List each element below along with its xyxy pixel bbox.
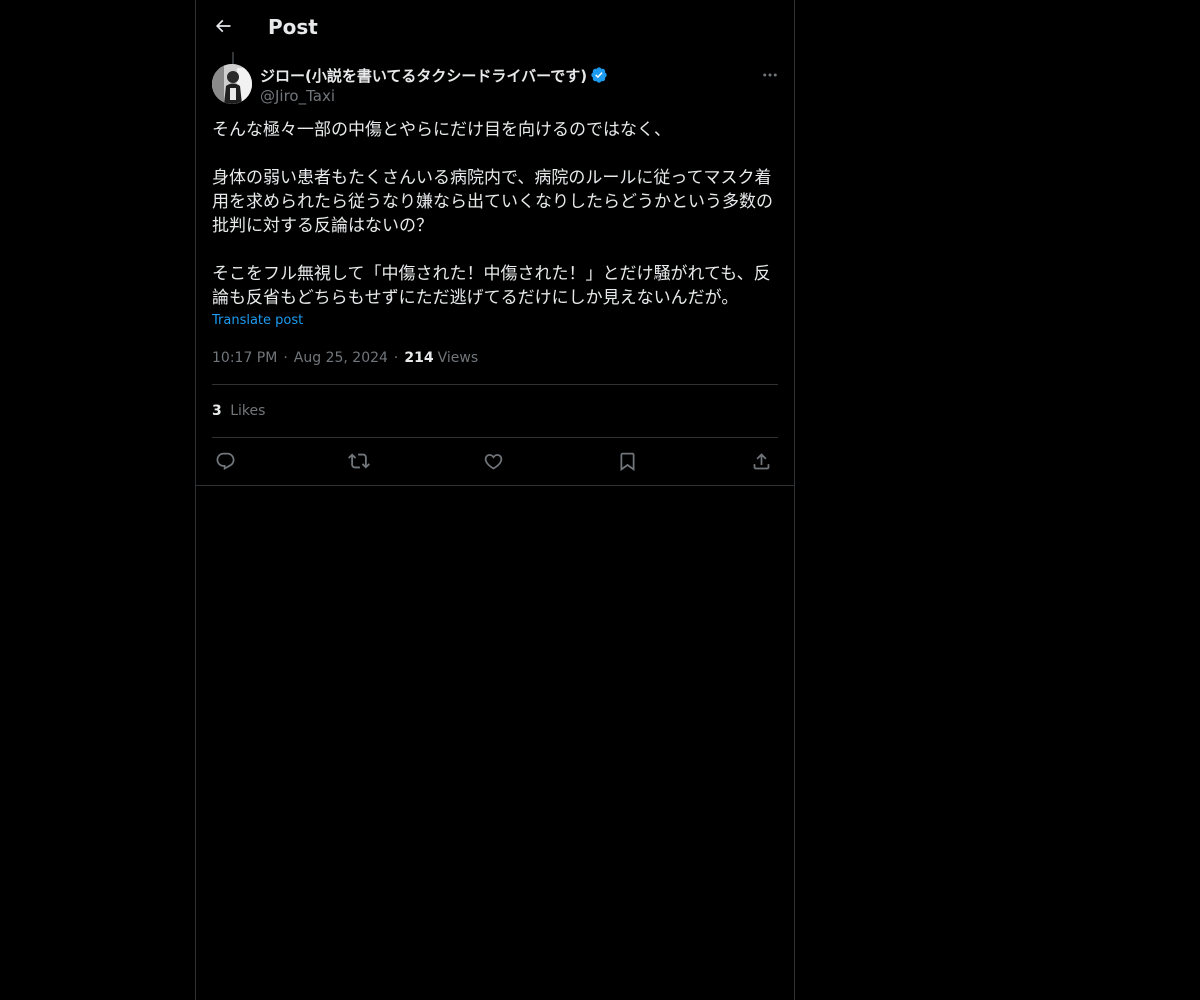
repost-button[interactable] (346, 448, 372, 474)
post-metadata: 10:17 PM · Aug 25, 2024 · 214 Views (212, 348, 478, 368)
likes-label: Likes (230, 403, 266, 419)
thread-connector-line (232, 52, 234, 64)
page-title: Post (268, 15, 318, 39)
author-handle[interactable]: @Jiro_Taxi (260, 86, 720, 106)
likes-count: 3 (212, 403, 222, 419)
post-text: そんな極々一部の中傷とやらにだけ目を向けるのではなく、 身体の弱い患者もたくさん… (212, 118, 778, 310)
divider (196, 485, 794, 486)
post-paragraph: そこをフル無視して「中傷された！中傷された！」とだけ騒がれても、反論も反省もどち… (212, 264, 771, 308)
reply-button[interactable] (212, 448, 238, 474)
likes-summary[interactable]: 3 Likes (212, 401, 265, 421)
post-date[interactable]: Aug 25, 2024 (294, 348, 388, 368)
author-display-name[interactable]: ジロー(小説を書いてるタクシードライバーです) (260, 65, 587, 86)
more-horizontal-icon (761, 66, 779, 84)
share-icon (751, 451, 772, 472)
avatar[interactable] (212, 64, 252, 104)
display-name-row: ジロー(小説を書いてるタクシードライバーです) (260, 64, 720, 86)
post-time[interactable]: 10:17 PM (212, 348, 277, 368)
post-paragraph: そんな極々一部の中傷とやらにだけ目を向けるのではなく、 (212, 120, 671, 140)
divider (212, 437, 778, 438)
repost-icon (348, 450, 370, 472)
share-button[interactable] (748, 448, 774, 474)
page-header: Post (196, 0, 794, 53)
post-paragraph: 身体の弱い患者もたくさんいる病院内で、病院のルールに従ってマスク着用を求められた… (212, 168, 773, 236)
views-count: 214 (404, 350, 434, 366)
separator-dot: · (393, 350, 399, 366)
verified-badge-icon[interactable] (590, 66, 608, 84)
like-button[interactable] (480, 448, 506, 474)
arrow-left-icon (213, 16, 233, 36)
author-info: ジロー(小説を書いてるタクシードライバーです) @Jiro_Taxi (260, 64, 720, 106)
translate-post-link[interactable]: Translate post (212, 313, 303, 328)
post-actions-bar (212, 448, 778, 474)
separator-dot: · (283, 350, 288, 366)
back-button[interactable] (208, 11, 238, 41)
primary-column: Post ジロー(小説を書いてるタクシードライバーです) @Jiro_Taxi … (195, 0, 795, 1000)
reply-icon (215, 451, 236, 472)
divider (212, 384, 778, 385)
bookmark-icon (617, 451, 638, 472)
bookmark-button[interactable] (614, 448, 640, 474)
heart-icon (483, 451, 504, 472)
more-options-button[interactable] (758, 64, 782, 86)
views-label: Views (437, 350, 479, 366)
